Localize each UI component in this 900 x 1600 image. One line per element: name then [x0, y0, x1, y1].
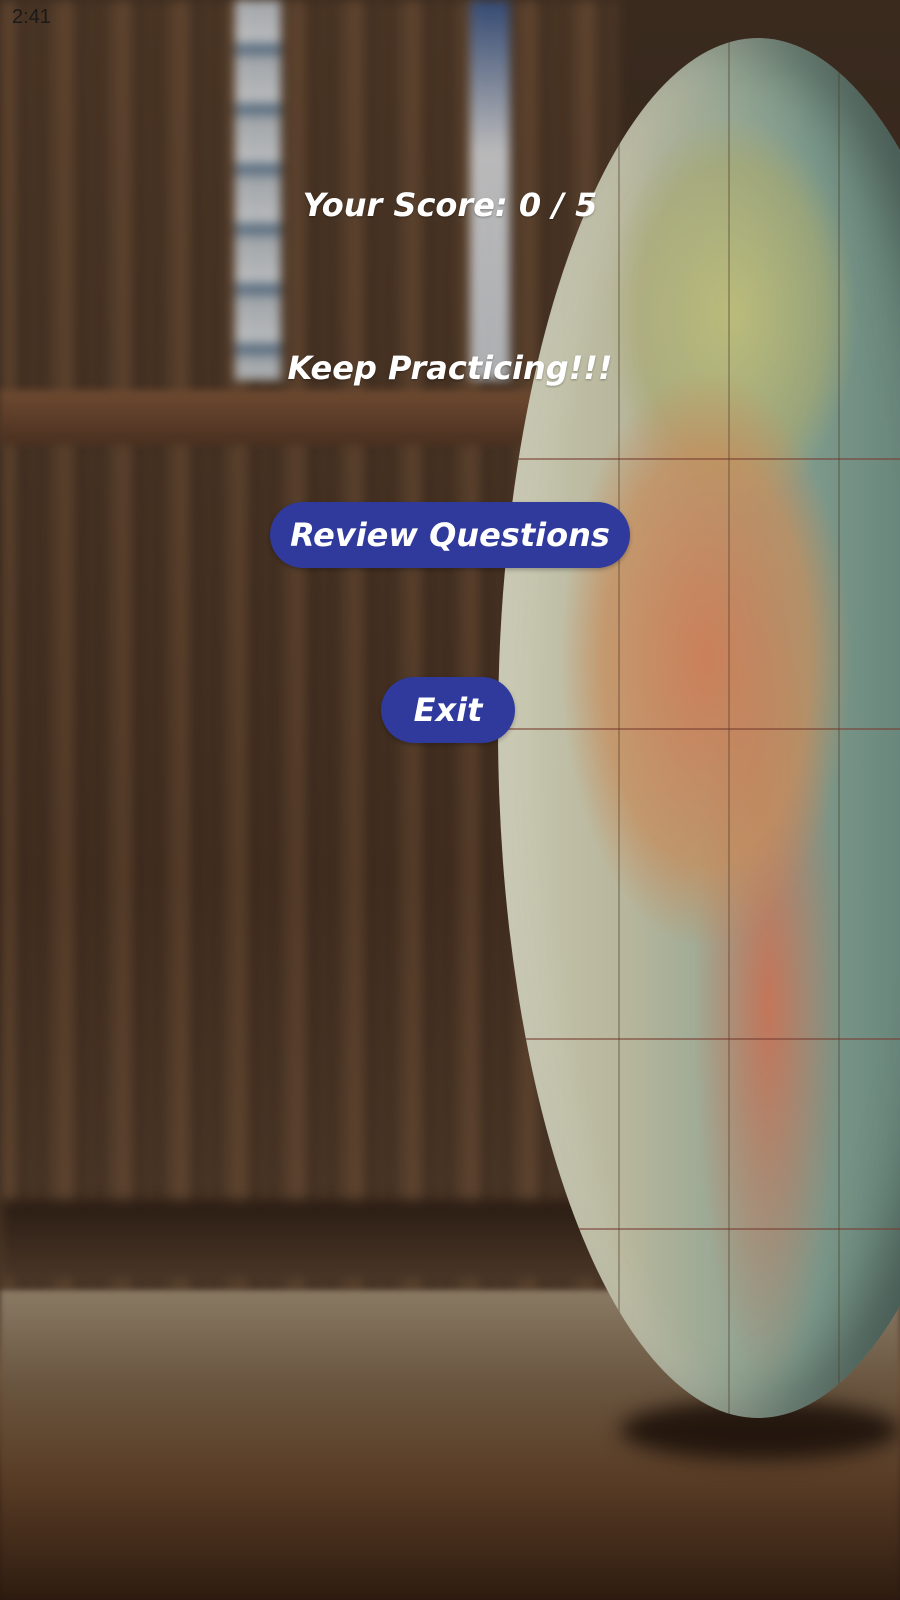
review-questions-button[interactable]: Review Questions [270, 502, 630, 568]
globe-meridian-line [618, 38, 620, 1418]
globe-meridian-line [728, 38, 730, 1418]
background-image [0, 0, 900, 1600]
result-message: Keep Practicing!!! [287, 349, 613, 387]
globe-meridian-line [838, 38, 840, 1418]
exit-button[interactable]: Exit [381, 677, 515, 743]
score-text: Your Score: 0 / 5 [302, 186, 598, 224]
status-bar-time: 2:41 [12, 6, 51, 28]
bookshelf-lower-plank [0, 1200, 640, 1280]
